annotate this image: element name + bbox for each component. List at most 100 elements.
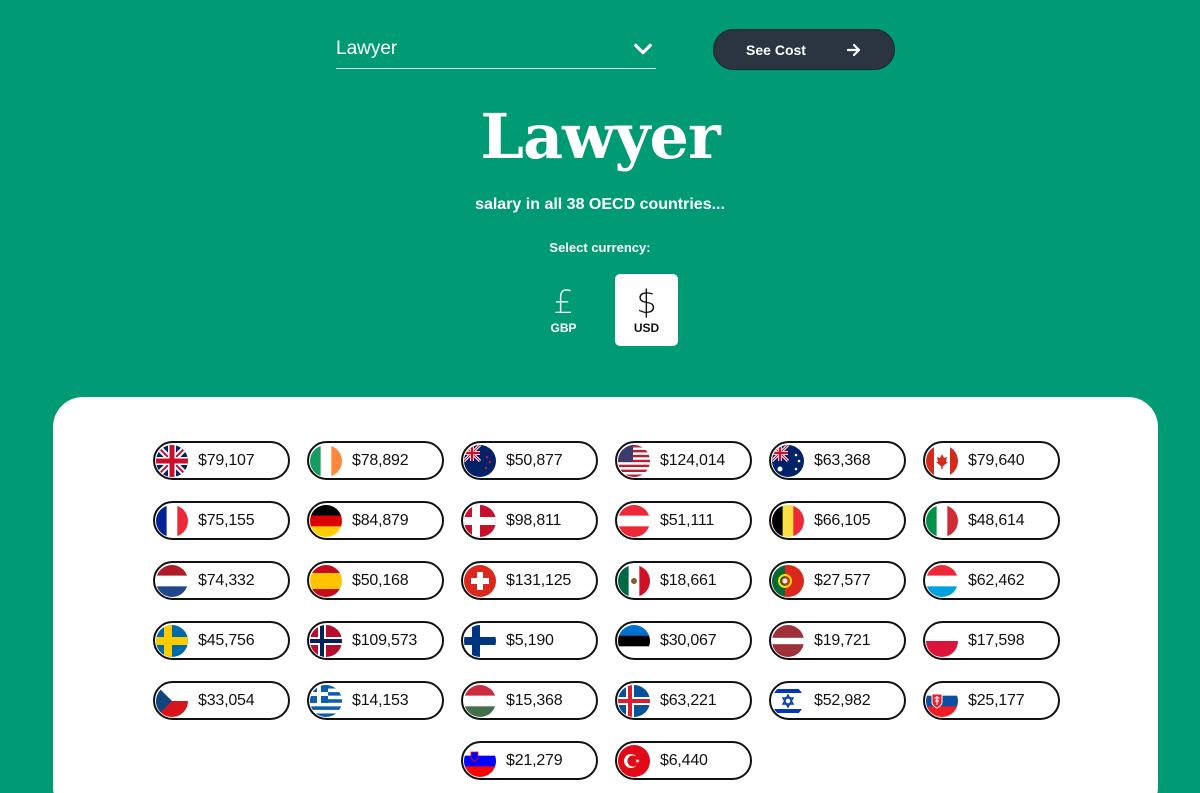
salary-pill-de[interactable]: $84,879 [307,501,444,540]
flag-si-icon [464,744,496,777]
flag-lu-icon [926,564,958,597]
flag-tr-icon [618,744,650,777]
salary-value: $50,168 [352,571,409,589]
salary-pill-no[interactable]: $109,573 [307,621,444,660]
salary-value: $66,105 [814,511,871,529]
salary-pill-il[interactable]: $52,982 [769,681,906,720]
arrow-right-icon [846,43,861,56]
salary-pill-gr[interactable]: $14,153 [307,681,444,720]
flag-ch-icon [464,564,496,597]
salary-pill-es[interactable]: $50,168 [307,561,444,600]
salary-pill-nz[interactable]: $50,877 [461,441,598,480]
flag-fi-icon [464,624,496,657]
salary-value: $98,811 [506,511,562,529]
flag-it-icon [926,504,958,537]
salary-value: $45,756 [198,631,255,649]
flag-es-icon [310,564,342,597]
flag-cz-icon [156,684,188,717]
flag-se-icon [156,624,188,657]
page-subtitle: salary in all 38 OECD countries... [475,196,725,213]
salary-value: $109,573 [352,631,418,649]
salary-value: $51,111 [660,511,715,529]
salary-pill-ch[interactable]: $131,125 [461,561,598,600]
salary-value: $33,054 [198,691,255,709]
occupation-select[interactable]: Lawyer [336,34,656,69]
salary-pill-it[interactable]: $48,614 [923,501,1060,540]
currency-code: GBP [550,321,577,335]
flag-hu-icon [464,684,496,717]
salary-pill-se[interactable]: $45,756 [153,621,290,660]
salary-value: $78,892 [352,451,409,469]
salary-value: $21,279 [506,751,563,769]
flag-gr-icon [310,684,342,717]
salary-pill-at[interactable]: $51,111 [615,501,752,540]
flag-fr-icon [156,504,188,537]
flag-us-icon [618,444,650,477]
currency-gbp-button[interactable]: £ GBP [532,274,595,346]
salary-pill-hu[interactable]: $15,368 [461,681,598,720]
salary-pill-au[interactable]: $63,368 [769,441,906,480]
flag-ca-icon [926,444,958,477]
see-cost-button[interactable]: See Cost [713,29,895,70]
salary-value: $79,640 [968,451,1025,469]
salary-pill-pt[interactable]: $27,577 [769,561,906,600]
flag-be-icon [772,504,804,537]
salary-pill-si[interactable]: $21,279 [461,741,598,780]
salary-pill-lu[interactable]: $62,462 [923,561,1060,600]
flag-dk-icon [464,504,496,537]
currency-usd-button[interactable]: $ USD [615,274,678,346]
flag-de-icon [310,504,342,537]
flag-lv-icon [772,624,804,657]
salary-pill-sk[interactable]: $25,177 [923,681,1060,720]
salary-value: $52,982 [814,691,871,709]
salary-pill-be[interactable]: $66,105 [769,501,906,540]
flag-at-icon [618,504,650,537]
flag-mx-icon [618,564,650,597]
salary-pill-ee[interactable]: $30,067 [615,621,752,660]
currency-code: USD [633,321,660,335]
salary-value: $62,462 [968,571,1025,589]
salary-value: $6,440 [660,751,708,769]
salary-value: $79,107 [198,451,255,469]
salary-pill-fr[interactable]: $75,155 [153,501,290,540]
salary-pill-lv[interactable]: $19,721 [769,621,906,660]
flag-sk-icon [926,684,958,717]
flag-au-icon [772,444,804,477]
flag-ie-icon [310,444,342,477]
flag-ee-icon [618,624,650,657]
salary-value: $5,190 [506,631,554,649]
flag-no-icon [310,624,342,657]
salary-pill-dk[interactable]: $98,811 [461,501,598,540]
salary-pill-ca[interactable]: $79,640 [923,441,1060,480]
chevron-down-icon [634,43,652,55]
see-cost-label: See Cost [746,41,806,58]
salary-value: $25,177 [968,691,1025,709]
salary-value: $74,332 [198,571,255,589]
salary-pill-gb[interactable]: $79,107 [153,441,290,480]
salary-pill-mx[interactable]: $18,661 [615,561,752,600]
salary-value: $18,661 [660,571,717,589]
flag-nz-icon [464,444,496,477]
salary-value: $48,614 [968,511,1025,529]
salary-value: $19,721 [814,631,871,649]
currency-label: Select currency: [549,240,651,255]
salary-pill-pl[interactable]: $17,598 [923,621,1060,660]
salary-value: $63,221 [660,691,717,709]
salary-panel: $79,107 $78,892 $50,877 $124,014 $63,368 $79,… [53,397,1158,793]
salary-pill-fi[interactable]: $5,190 [461,621,598,660]
salary-value: $131,125 [506,571,572,589]
salary-value: $50,877 [506,451,563,469]
salary-value: $30,067 [660,631,717,649]
page-title: Lawyer [480,100,720,173]
salary-pill-nl[interactable]: $74,332 [153,561,290,600]
salary-value: $15,368 [506,691,563,709]
occupation-select-value: Lawyer [336,38,398,59]
salary-value: $63,368 [814,451,871,469]
flag-pl-icon [926,624,958,657]
salary-pill-tr[interactable]: $6,440 [615,741,752,780]
salary-pill-us[interactable]: $124,014 [615,441,752,480]
salary-value: $84,879 [352,511,409,529]
salary-pill-is[interactable]: $63,221 [615,681,752,720]
salary-pill-cz[interactable]: $33,054 [153,681,290,720]
salary-pill-ie[interactable]: $78,892 [307,441,444,480]
